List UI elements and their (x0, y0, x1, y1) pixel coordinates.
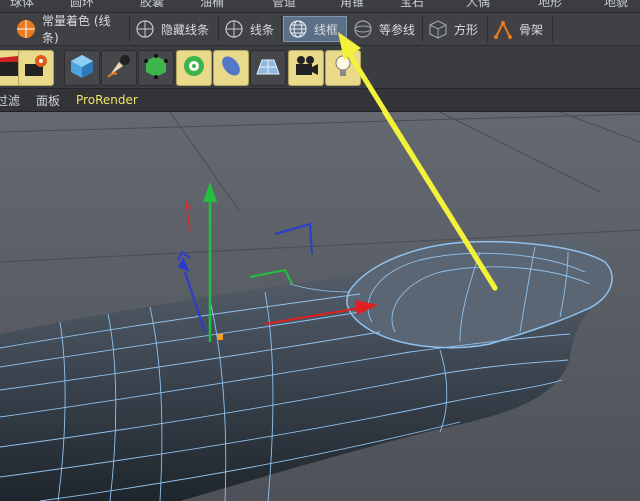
display-mode-toolbar: 常量着色 (线条) 隐藏线条 线条 线框 等参线 方形 骨架 (0, 13, 640, 46)
clipped-label[interactable]: 角锥 (340, 0, 364, 10)
constant-shading-lines-button[interactable]: 常量着色 (线条) (12, 14, 130, 45)
clipped-label[interactable]: 油桶 (200, 0, 224, 10)
isoparms-button[interactable]: 等参线 (349, 16, 423, 42)
blue-capsule-icon (217, 52, 245, 84)
camera-button[interactable] (288, 50, 324, 86)
movie-camera-icon (292, 52, 320, 84)
object-icon-toolbar (0, 46, 640, 89)
hidden-line-button[interactable]: 隐藏线条 (131, 16, 219, 42)
blue-cube-icon (68, 52, 96, 84)
clipped-label[interactable]: 人偶 (466, 0, 490, 10)
button-label: 骨架 (519, 22, 544, 37)
clipped-label[interactable]: 管道 (272, 0, 296, 10)
menu-prorender[interactable]: ProRender (76, 93, 138, 107)
green-cube-points-icon (142, 52, 170, 84)
green-sphere-edges-icon (180, 52, 208, 84)
workplane-button[interactable] (250, 50, 286, 86)
clipped-label[interactable]: 球体 (10, 0, 34, 10)
points-mode-button[interactable] (138, 50, 174, 86)
button-label: 等参线 (379, 22, 416, 37)
wireframe-sphere-icon (288, 19, 308, 39)
isoparm-sphere-icon (353, 19, 373, 39)
orange-sphere-icon (16, 19, 36, 39)
texture-brush-icon (105, 52, 133, 84)
light-button[interactable] (325, 50, 361, 86)
skeleton-button[interactable]: 骨架 (489, 16, 553, 42)
clipped-label[interactable]: 地形 (538, 0, 562, 10)
grid-plane-icon (254, 52, 282, 84)
clipped-label[interactable]: 圆环 (70, 0, 94, 10)
selected-point[interactable] (217, 334, 223, 340)
model-mode-button[interactable] (64, 50, 100, 86)
clipped-label[interactable]: 宝石 (400, 0, 424, 10)
menu-filter[interactable]: 过滤 (0, 92, 20, 109)
button-label: 隐藏线条 (161, 22, 210, 37)
clipped-label[interactable]: 胶囊 (140, 0, 164, 10)
clipped-label[interactable]: 地貌 (604, 0, 628, 10)
viewport-menubar: 过滤 面板 ProRender (0, 89, 640, 112)
lines-button[interactable]: 线条 (220, 16, 282, 42)
button-label: 常量着色 (线条) (42, 14, 111, 45)
polygons-mode-button[interactable] (213, 50, 249, 86)
viewport-canvas (0, 112, 640, 501)
edges-mode-button[interactable] (176, 50, 212, 86)
texture-mode-button[interactable] (101, 50, 137, 86)
skeleton-icon (493, 19, 513, 39)
menu-panel[interactable]: 面板 (36, 92, 60, 109)
wire-sphere-icon (224, 19, 244, 39)
light-bulb-icon (329, 52, 357, 84)
wireframe-button[interactable]: 线框 (283, 16, 347, 42)
button-label: 线框 (314, 22, 339, 37)
button-label: 线条 (250, 22, 275, 37)
box-button[interactable]: 方形 (424, 16, 488, 42)
box-icon (428, 19, 448, 39)
render-gear-clapper-icon (22, 52, 50, 84)
button-label: 方形 (454, 22, 479, 37)
wire-sphere-icon (135, 19, 155, 39)
render-settings-button[interactable] (18, 50, 54, 86)
3d-viewport[interactable] (0, 112, 640, 501)
